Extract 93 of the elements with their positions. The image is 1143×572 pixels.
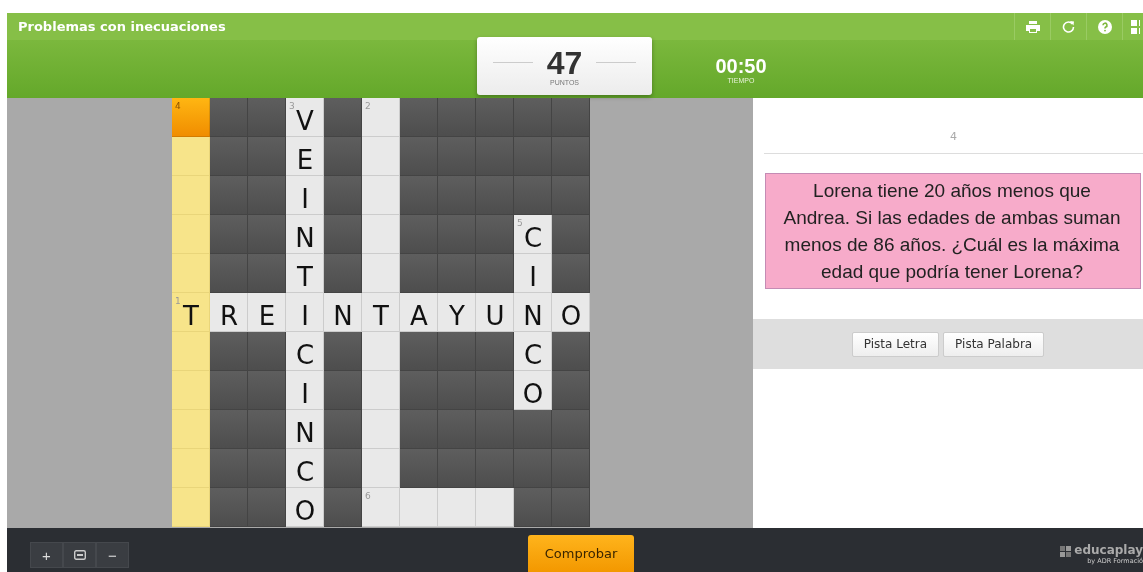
refresh-icon	[1062, 20, 1075, 33]
print-icon	[1025, 20, 1040, 33]
clue-number: 4	[175, 101, 181, 111]
crossword-cell[interactable]	[172, 254, 210, 293]
crossword-cell[interactable]	[362, 254, 400, 293]
crossword-cell[interactable]: E	[248, 293, 286, 332]
cell-letter: I	[301, 378, 309, 409]
hint-button[interactable]: Pista Palabra	[943, 331, 1045, 357]
cell-letter: T	[297, 261, 313, 292]
cell-letter: Y	[449, 300, 465, 331]
screen-icon	[73, 550, 86, 560]
crossword-cell[interactable]	[362, 371, 400, 410]
crossword-cell[interactable]	[400, 488, 438, 527]
crossword-cell[interactable]	[362, 137, 400, 176]
crossword-cell[interactable]	[172, 215, 210, 254]
crossword-cell[interactable]: O	[552, 293, 590, 332]
zoom-button[interactable]: −	[96, 542, 129, 568]
crossword-cell[interactable]	[172, 410, 210, 449]
hint-button[interactable]: Pista Letra	[851, 331, 940, 357]
cell-letter: N	[333, 300, 353, 331]
cell-letter: V	[296, 105, 314, 136]
cell-letter: O	[522, 378, 544, 409]
crossword-cell[interactable]: C	[286, 449, 324, 488]
crossword-cell[interactable]	[172, 371, 210, 410]
cell-letter: C	[295, 339, 315, 370]
clue-number: 3	[289, 101, 295, 111]
crossword-cell[interactable]	[362, 410, 400, 449]
crossword-cell[interactable]	[172, 137, 210, 176]
crossword-cell[interactable]: I	[286, 176, 324, 215]
help-icon	[1097, 19, 1112, 34]
crossword-cell[interactable]	[172, 449, 210, 488]
crossword-cell[interactable]: T	[362, 293, 400, 332]
cell-letter: C	[523, 339, 543, 370]
clue-number: 6	[365, 491, 371, 501]
cell-letter: N	[295, 222, 315, 253]
cell-letter: O	[294, 495, 316, 526]
crossword-cell[interactable]	[362, 449, 400, 488]
crossword-cell[interactable]: N	[286, 410, 324, 449]
crossword-cell[interactable]: I	[514, 254, 552, 293]
timer-value: 00:50	[715, 54, 767, 77]
crossword-cell[interactable]	[172, 176, 210, 215]
crossword-cell[interactable]: A	[400, 293, 438, 332]
crossword-cell[interactable]: C	[286, 332, 324, 371]
cell-letter: N	[295, 417, 315, 448]
cell-letter: T	[373, 300, 389, 331]
cell-letter: I	[301, 183, 309, 214]
crossword-cell[interactable]: R	[210, 293, 248, 332]
cell-letter: C	[523, 222, 543, 253]
window-title: Problemas con inecuaciones	[17, 19, 226, 34]
cell-letter: I	[529, 261, 537, 292]
zoom-button[interactable]: +	[30, 542, 63, 568]
crossword-cell[interactable]: U	[476, 293, 514, 332]
clue-number: 5	[517, 218, 523, 228]
check-button[interactable]: Comprobar	[528, 535, 634, 572]
cell-letter: C	[295, 456, 315, 487]
cell-letter: R	[219, 300, 239, 331]
crossword-cell[interactable]: O	[514, 371, 552, 410]
crossword-cell[interactable]: Y	[438, 293, 476, 332]
crossword-cell[interactable]: N	[514, 293, 552, 332]
squares-icon	[1060, 546, 1072, 557]
crossword-cell[interactable]	[438, 488, 476, 527]
cell-letter: U	[485, 300, 505, 331]
clue-number: 4	[764, 98, 1143, 154]
logo-name: educaplay	[1074, 543, 1143, 557]
cell-letter: T	[183, 300, 199, 331]
cell-letter: I	[301, 300, 309, 331]
fit-screen-button[interactable]	[63, 542, 96, 568]
cell-letter: A	[410, 300, 428, 331]
crossword-cell[interactable]: I	[286, 293, 324, 332]
cell-letter: E	[258, 300, 276, 331]
clue-text: Lorena tiene 20 años menos que Andrea. Si las edades de ambas suman menos de 86 años. ¿Cuál es la máxima edad que podría tener Lorena?	[765, 173, 1141, 289]
crossword-cell[interactable]: 4	[172, 98, 210, 137]
clue-number: 1	[175, 296, 181, 306]
crossword-cell[interactable]	[172, 332, 210, 371]
crossword-cell[interactable]	[362, 215, 400, 254]
crossword-cell[interactable]: O	[286, 488, 324, 527]
crossword-cell[interactable]: T	[286, 254, 324, 293]
crossword-cell[interactable]: N	[286, 215, 324, 254]
crossword-cell[interactable]	[362, 332, 400, 371]
crossword-cell[interactable]	[172, 488, 210, 527]
grid-button[interactable]	[1122, 13, 1143, 40]
crossword-cell[interactable]: N	[324, 293, 362, 332]
crossword-cell[interactable]: I	[286, 371, 324, 410]
cell-letter: O	[560, 300, 582, 331]
clue-number: 2	[365, 101, 371, 111]
crossword-cell[interactable]: E	[286, 137, 324, 176]
crossword-cell[interactable]: C	[514, 332, 552, 371]
crossword-cell[interactable]	[476, 488, 514, 527]
cell-letter: E	[296, 144, 314, 175]
crossword-cell[interactable]	[362, 176, 400, 215]
cell-letter: N	[523, 300, 543, 331]
grid-icon	[1131, 19, 1140, 34]
score-value: 47	[546, 46, 583, 79]
